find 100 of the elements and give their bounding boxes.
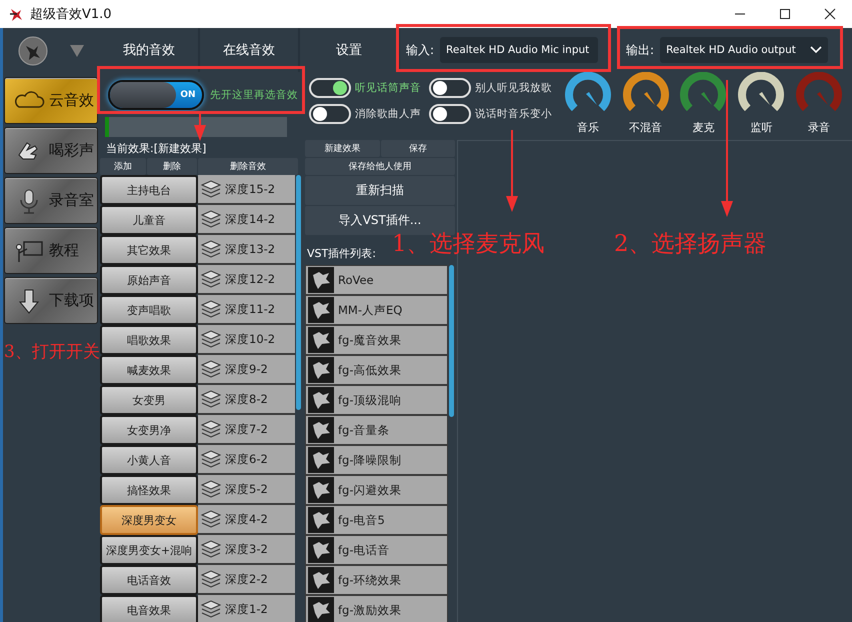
books-icon xyxy=(200,330,222,348)
toolbar-button[interactable]: 删除音效 xyxy=(198,158,298,175)
effect-button[interactable]: 深度男变女 xyxy=(100,505,198,535)
device-dropdown[interactable]: Realtek HD Audio Mic input xyxy=(440,37,598,63)
books-icon xyxy=(200,300,222,318)
knob-label: 音乐 xyxy=(576,120,599,135)
avatar-icon xyxy=(18,36,48,66)
preset-button[interactable]: 保存 xyxy=(380,140,455,157)
plugin-item[interactable]: fg-环绕效果 xyxy=(305,565,448,595)
preset-item[interactable]: 深度10-2 xyxy=(198,325,295,355)
plugin-item[interactable]: fg-闪避效果 xyxy=(305,475,448,505)
toolbar-button[interactable]: 添加 xyxy=(100,158,146,175)
plugin-icon xyxy=(308,417,334,443)
plugin-icon xyxy=(308,447,334,473)
scrollbar[interactable] xyxy=(449,265,454,417)
books-icon xyxy=(200,420,222,438)
plugin-item[interactable]: fg-激励效果 xyxy=(305,595,448,622)
effect-button[interactable]: 电话音效 xyxy=(100,565,198,595)
preset-item[interactable]: 深度5-2 xyxy=(198,475,295,505)
preset-item[interactable]: 深度2-2 xyxy=(198,565,295,595)
preset-button[interactable]: 保存给他人使用 xyxy=(305,158,455,175)
toggle-switch[interactable] xyxy=(429,104,471,124)
toggle-label: 听见话筒声音 xyxy=(355,81,421,95)
preset-item[interactable]: 深度3-2 xyxy=(198,535,295,565)
plugin-item[interactable]: RoVee xyxy=(305,265,448,295)
preset-item[interactable]: 深度11-2 xyxy=(198,295,295,325)
plugin-icon xyxy=(308,597,334,622)
books-icon xyxy=(200,600,222,618)
device-dropdown[interactable]: Realtek HD Audio output xyxy=(660,37,828,63)
arrow xyxy=(194,114,206,141)
effect-button[interactable]: 儿童音 xyxy=(100,205,198,235)
preset-item[interactable]: 深度14-2 xyxy=(198,205,295,235)
preset-item[interactable]: 深度13-2 xyxy=(198,235,295,265)
preset-button[interactable]: 新建效果 xyxy=(305,140,380,157)
annotation-text: 3、打开开关 xyxy=(4,341,100,363)
books-icon xyxy=(200,450,222,468)
preset-item[interactable]: 深度7-2 xyxy=(198,415,295,445)
list-heading: VST插件列表: xyxy=(306,246,376,262)
window-title: 超级音效V1.0 xyxy=(30,6,112,23)
plugin-item[interactable]: MM-人声EQ xyxy=(305,295,448,325)
toggle-switch[interactable] xyxy=(309,78,351,98)
plugin-icon xyxy=(308,537,334,563)
effect-button[interactable]: 小黄人音 xyxy=(100,445,198,475)
effect-button[interactable]: 女变男 xyxy=(100,385,198,415)
maximize-icon xyxy=(778,8,790,20)
preset-item[interactable]: 深度9-2 xyxy=(198,355,295,385)
app-logo-icon xyxy=(8,6,24,22)
field-label: 输入: xyxy=(406,42,434,58)
effect-button[interactable]: 深度男变女+混响 xyxy=(100,535,198,565)
annotation-text: 2、选择扬声器 xyxy=(614,230,767,259)
toggle-switch[interactable] xyxy=(429,78,471,98)
toggle-label: 说话时音乐变小 xyxy=(475,107,552,121)
preset-button[interactable]: 重新扫描 xyxy=(305,176,455,205)
scrollbar[interactable] xyxy=(296,175,301,410)
plugin-item[interactable]: fg-魔音效果 xyxy=(305,325,448,355)
books-icon xyxy=(200,240,222,258)
power-switch[interactable]: ON xyxy=(108,80,204,110)
close-icon xyxy=(824,8,836,20)
effect-button[interactable]: 唱歌效果 xyxy=(100,325,198,355)
plugin-item[interactable]: fg-顶级混响 xyxy=(305,385,448,415)
toggle-switch[interactable] xyxy=(309,104,351,124)
preset-item[interactable]: 深度6-2 xyxy=(198,445,295,475)
effect-button[interactable]: 变声唱歌 xyxy=(100,295,198,325)
effect-button[interactable]: 原始声音 xyxy=(100,265,198,295)
knob-label: 录音 xyxy=(808,120,830,135)
effect-button[interactable]: 电音效果 xyxy=(100,595,198,622)
preset-item[interactable]: 深度4-2 xyxy=(198,505,295,535)
effect-button[interactable]: 搞怪效果 xyxy=(100,475,198,505)
toolbar-button[interactable]: 删除 xyxy=(147,158,197,175)
hint-text: 先开这里再选音效 xyxy=(210,88,298,102)
toggle-label: 消除歌曲人声 xyxy=(355,107,421,121)
plugin-icon xyxy=(308,327,334,353)
caret-icon xyxy=(69,44,86,58)
books-icon xyxy=(200,390,222,408)
books-icon xyxy=(200,270,222,288)
preset-item[interactable]: 深度1-2 xyxy=(198,595,295,622)
plugin-item[interactable]: fg-高低效果 xyxy=(305,355,448,385)
plugin-icon xyxy=(308,267,334,293)
plugin-item[interactable]: fg-电音5 xyxy=(305,505,448,535)
dropdown-button[interactable] xyxy=(69,44,86,58)
plugin-icon xyxy=(308,567,334,593)
plugin-item[interactable]: fg-降噪限制 xyxy=(305,445,448,475)
books-icon xyxy=(200,510,222,528)
preset-item[interactable]: 深度15-2 xyxy=(198,175,295,205)
knob-label: 麦克 xyxy=(692,120,714,135)
books-icon xyxy=(200,570,222,588)
effect-button[interactable]: 喊麦效果 xyxy=(100,355,198,385)
effect-button[interactable]: 女变男净 xyxy=(100,415,198,445)
plugin-icon xyxy=(308,357,334,383)
plugin-icon xyxy=(308,297,334,323)
preset-item[interactable]: 深度8-2 xyxy=(198,385,295,415)
effect-button[interactable]: 主持电台 xyxy=(100,175,198,205)
preset-item[interactable]: 深度12-2 xyxy=(198,265,295,295)
plugin-item[interactable]: fg-电话音 xyxy=(305,535,448,565)
plugin-icon xyxy=(308,387,334,413)
plugin-item[interactable]: fg-音量条 xyxy=(305,415,448,445)
effect-button[interactable]: 其它效果 xyxy=(100,235,198,265)
plugin-icon xyxy=(308,477,334,503)
sidebar-item[interactable]: 云音效 xyxy=(4,77,98,124)
books-icon xyxy=(200,180,222,198)
